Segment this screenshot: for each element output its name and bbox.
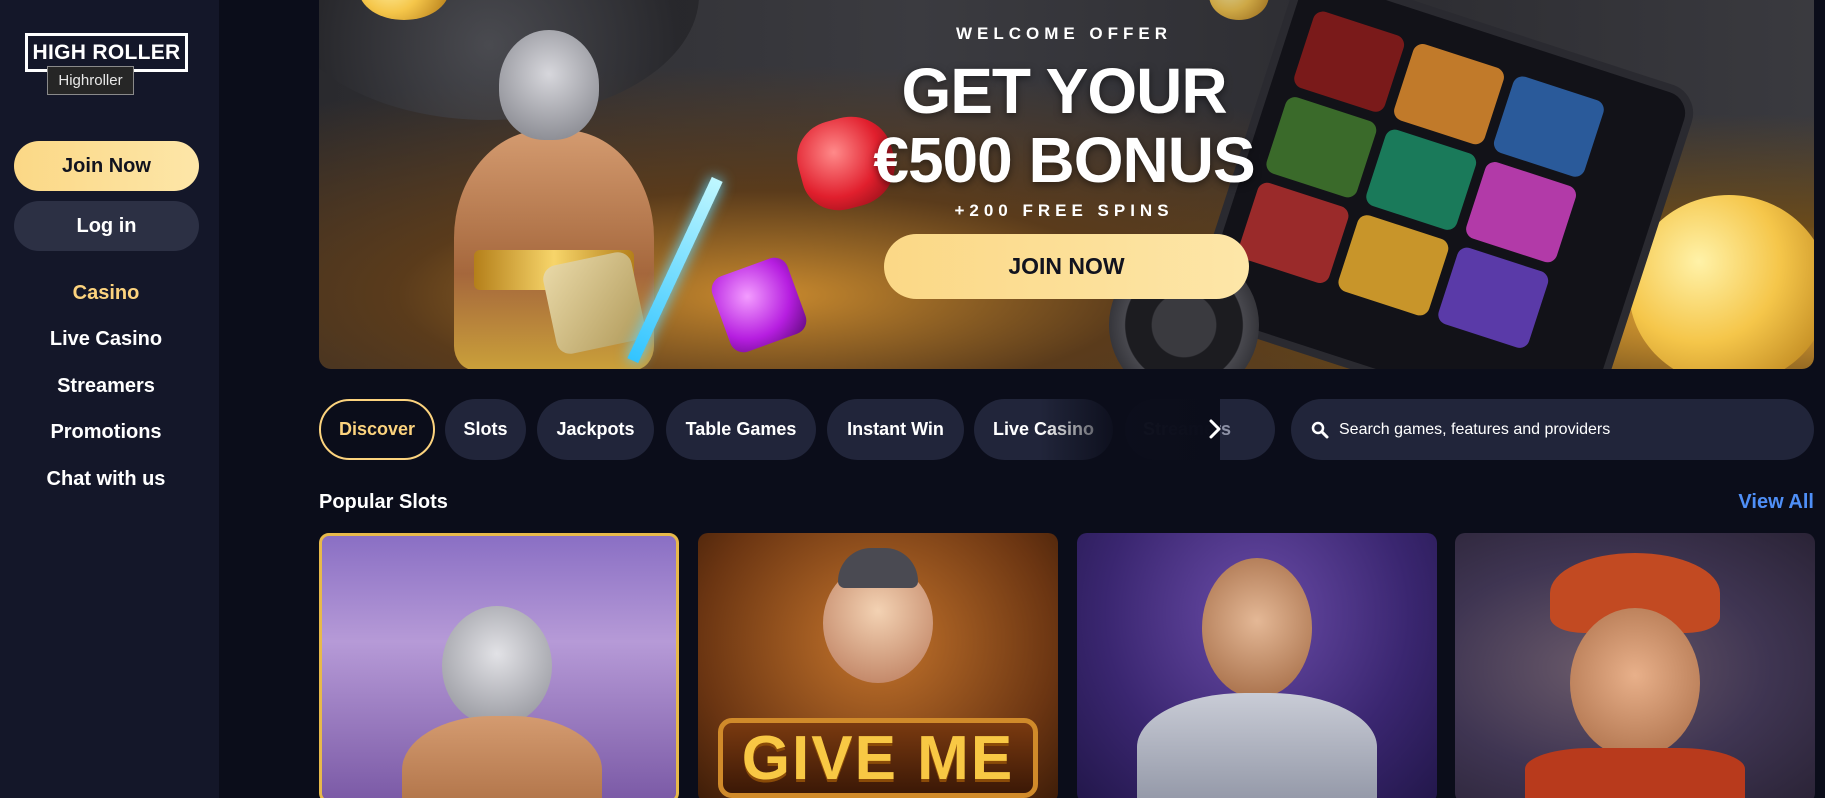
tab-table-games[interactable]: Table Games [666, 399, 816, 460]
hero-kicker: WELCOME OFFER [955, 24, 1173, 43]
tab-slots[interactable]: Slots [445, 399, 526, 460]
tab-discover[interactable]: Discover [319, 399, 435, 460]
purple-gem-art [707, 253, 811, 357]
zeus-body-art [402, 716, 602, 798]
chevron-right-icon[interactable] [1200, 414, 1230, 444]
man-thumbnail-art [1202, 558, 1312, 698]
hero-subline: +200 FREE SPINS [954, 201, 1174, 220]
zeus-character-art [414, 20, 684, 369]
sidebar-item-casino[interactable]: Casino [0, 270, 212, 317]
hero-banner[interactable]: WELCOME OFFER GET YOUR €500 BONUS +200 F… [319, 0, 1814, 369]
sidebar-item-live-casino[interactable]: Live Casino [0, 317, 212, 364]
search-icon [1311, 421, 1329, 439]
sidebar-nav: Casino Live Casino Streamers Promotions … [0, 270, 212, 503]
gnome-thumbnail-art [1570, 608, 1700, 758]
tabs-fade-overlay [1040, 399, 1220, 460]
sidebar-item-chat[interactable]: Chat with us [0, 456, 212, 503]
game-card[interactable]: GIVE ME [698, 533, 1058, 798]
logo-tooltip: Highroller [47, 66, 134, 95]
game-card[interactable] [1077, 533, 1437, 798]
log-in-button[interactable]: Log in [14, 201, 199, 251]
hero-headline-line1: GET YOUR [901, 55, 1227, 127]
sidebar: HIGH ROLLER Highroller Join Now Log in C… [0, 0, 219, 798]
zeus-thumbnail-art [442, 606, 552, 726]
tab-instant-win[interactable]: Instant Win [827, 399, 964, 460]
section-title: Popular Slots [319, 491, 448, 513]
game-card[interactable] [1455, 533, 1815, 798]
search-input[interactable] [1339, 420, 1779, 439]
hero-headline-line2: €500 BONUS [873, 124, 1255, 196]
view-all-link[interactable]: View All [1700, 491, 1814, 514]
man-shirt-art [1137, 693, 1377, 798]
miner-hat-art [838, 548, 918, 588]
gnome-vest-art [1525, 748, 1745, 798]
search-bar[interactable] [1291, 399, 1814, 460]
join-now-button[interactable]: Join Now [14, 141, 199, 191]
tab-jackpots[interactable]: Jackpots [537, 399, 654, 460]
dice-art [540, 249, 648, 357]
game-card[interactable] [319, 533, 679, 798]
game-title-logo: GIVE ME [718, 718, 1038, 798]
coin-art [1209, 0, 1269, 20]
sidebar-item-promotions[interactable]: Promotions [0, 410, 212, 457]
hero-join-now-button[interactable]: JOIN NOW [884, 234, 1249, 299]
sidebar-item-streamers[interactable]: Streamers [0, 363, 212, 410]
